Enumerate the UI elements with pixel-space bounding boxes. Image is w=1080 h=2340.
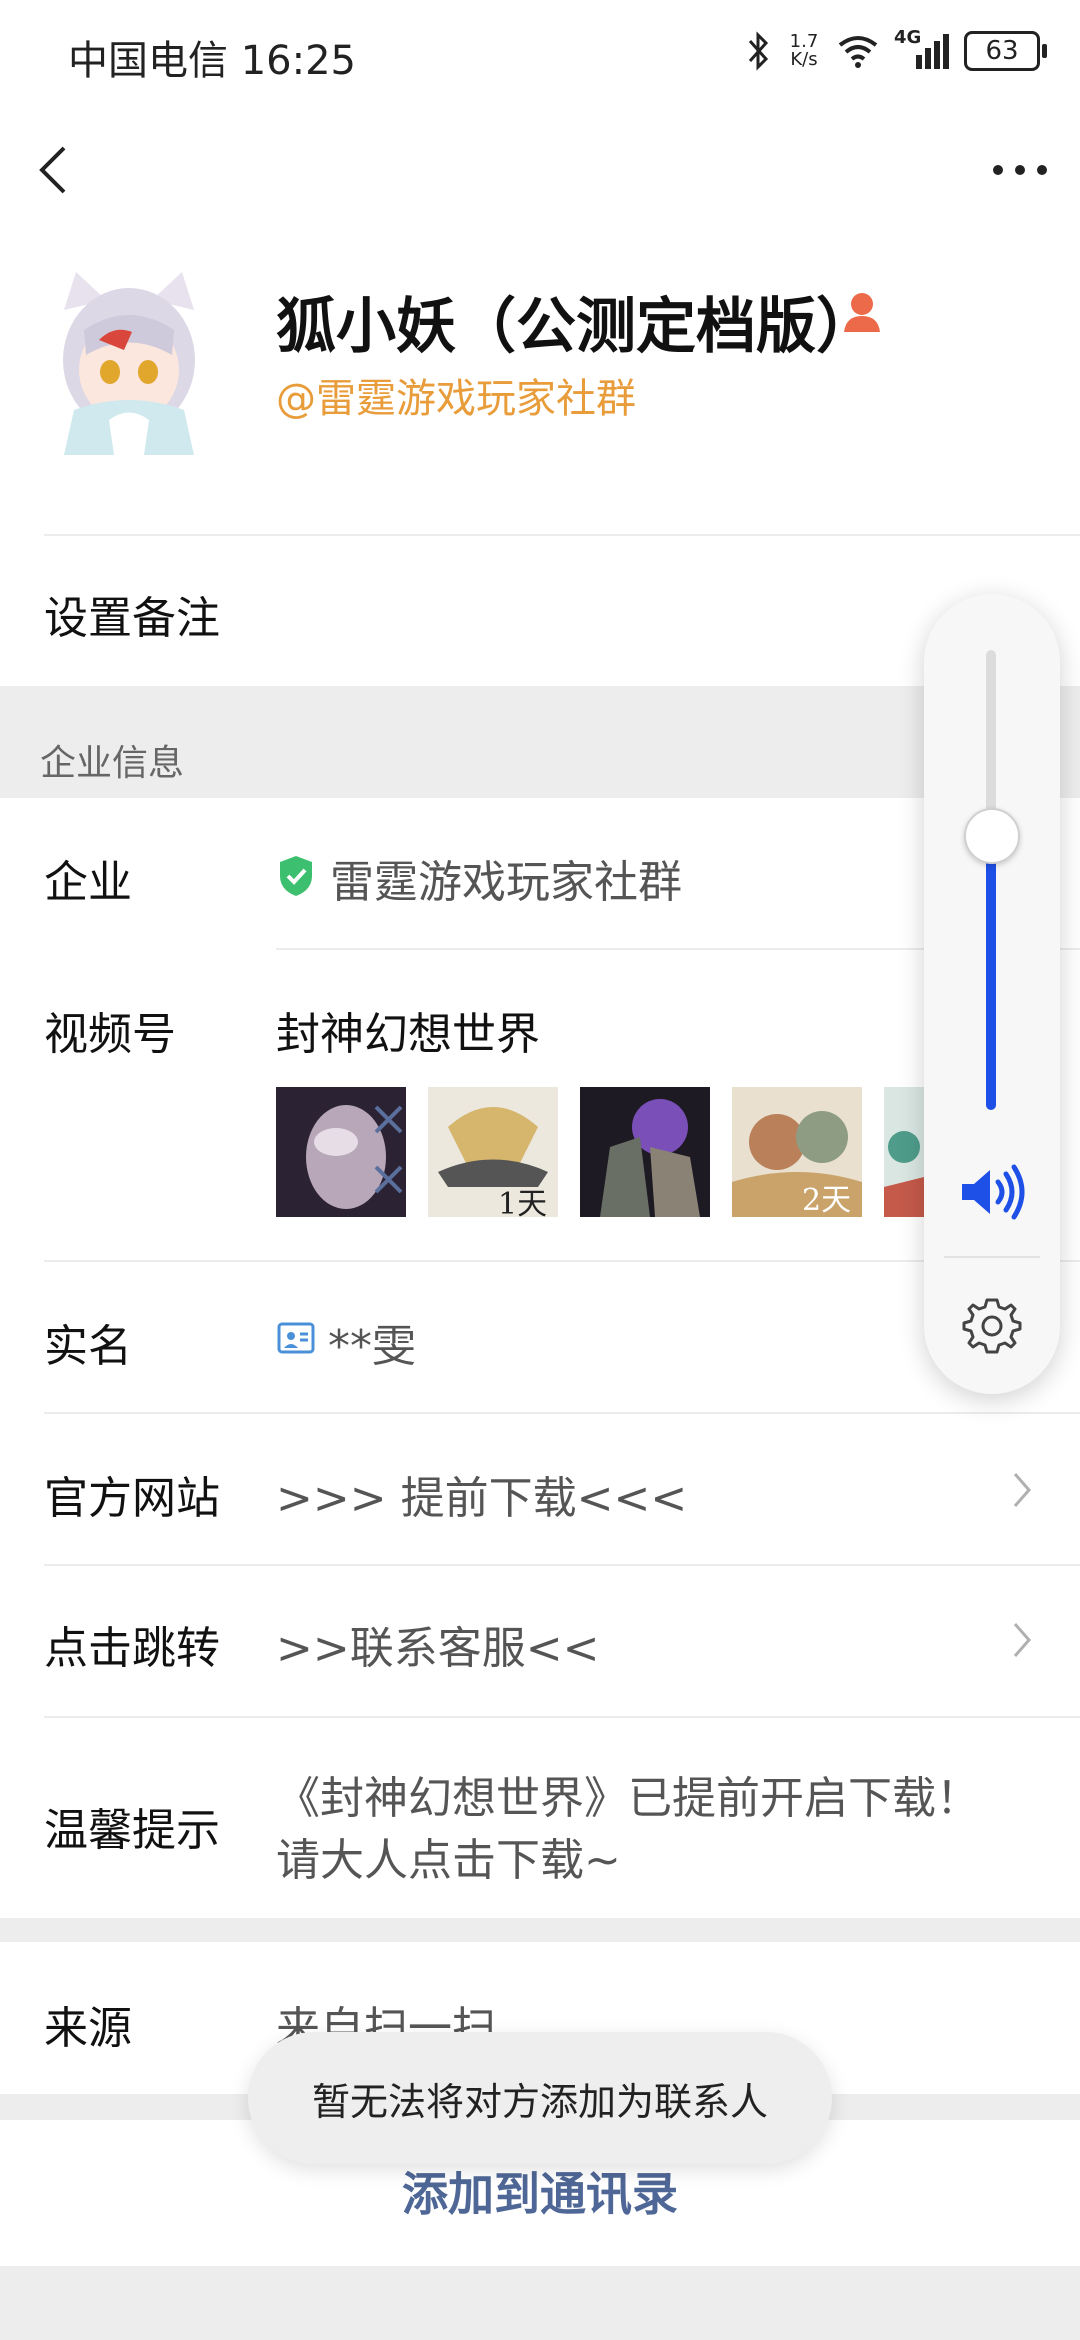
thumbnail-image: [884, 1087, 924, 1217]
status-icons: 1.7 K/s 4G 63: [746, 26, 1047, 76]
more-button[interactable]: [988, 150, 1052, 190]
wifi-icon: [838, 36, 878, 68]
click-jump-value: >>联系客服<<: [276, 1623, 600, 1674]
section-separator: [0, 1918, 1080, 1942]
tip-label: 温馨提示: [44, 1805, 220, 1856]
battery-indicator: 63: [964, 31, 1047, 71]
tip-row: 温馨提示 《封神幻想世界》已提前开启下载！ 请大人点击下载~: [0, 1718, 1080, 1918]
status-bar: 中国电信 16:25 1.7 K/s 4G 63: [0, 0, 1080, 100]
bottom-band: [0, 2266, 1080, 2340]
real-name-row: 实名 **雯: [0, 1262, 1080, 1412]
video-channel-value: 封神幻想世界: [276, 1009, 540, 1060]
official-website-row[interactable]: 官方网站 >>> 提前下载<<<: [0, 1414, 1080, 1564]
source-label: 来源: [44, 2003, 132, 2054]
back-button[interactable]: [30, 140, 80, 200]
avatar-image: [63, 272, 195, 455]
video-thumbnail[interactable]: [580, 1087, 710, 1217]
volume-fill: [986, 834, 996, 1110]
more-dots-icon: [993, 165, 1047, 175]
profile-org: @雷霆游戏玩家社群: [276, 376, 636, 422]
avatar[interactable]: [44, 270, 214, 455]
video-thumbnail[interactable]: [276, 1087, 406, 1217]
volume-panel: [924, 594, 1060, 1394]
network-speed: 1.7 K/s: [786, 33, 822, 69]
id-card-icon: [277, 1322, 315, 1354]
gear-icon[interactable]: [960, 1294, 1024, 1358]
chevron-left-icon: [39, 146, 66, 194]
video-thumbnail[interactable]: [884, 1087, 924, 1217]
company-value: 雷霆游戏玩家社群: [330, 857, 682, 908]
tip-line-2: 请大人点击下载~: [276, 1835, 621, 1886]
set-remark-label: 设置备注: [44, 593, 220, 644]
video-thumbnail[interactable]: 2天: [732, 1087, 862, 1217]
verified-shield-icon: [280, 856, 312, 896]
official-website-label: 官方网站: [44, 1473, 220, 1524]
company-label: 企业: [44, 857, 132, 908]
real-name-label: 实名: [44, 1321, 132, 1372]
person-icon: [842, 290, 882, 334]
click-jump-label: 点击跳转: [44, 1623, 220, 1674]
toast-message: 暂无法将对方添加为联系人: [248, 2032, 832, 2164]
tip-line-1: 《封神幻想世界》已提前开启下载！: [276, 1773, 980, 1824]
chevron-right-icon: [1013, 1623, 1031, 1657]
volume-slider[interactable]: [986, 650, 996, 1110]
official-website-value: >>> 提前下载<<<: [276, 1473, 688, 1524]
profile-name: 狐小妖（公测定档版）: [276, 292, 876, 362]
speed-unit: K/s: [790, 49, 818, 70]
speaker-icon[interactable]: [958, 1164, 1028, 1220]
set-remark-row[interactable]: 设置备注: [0, 536, 1080, 686]
countdown-label: 1天: [498, 1187, 548, 1217]
bluetooth-icon: [748, 31, 769, 71]
signal-icon: [916, 34, 949, 69]
click-jump-row[interactable]: 点击跳转 >>联系客服<<: [0, 1566, 1080, 1716]
enterprise-section-title: 企业信息: [40, 743, 185, 784]
carrier-time: 中国电信 16:25: [68, 38, 356, 84]
thumbnail-image: [276, 1087, 406, 1217]
thumbnail-image: [580, 1087, 710, 1217]
volume-thumb[interactable]: [964, 808, 1020, 864]
company-row[interactable]: 企业 雷霆游戏玩家社群: [0, 798, 1080, 948]
cell-signal: 4G: [894, 27, 950, 71]
add-to-contacts-button[interactable]: 添加到通讯录: [0, 2158, 1080, 2224]
chevron-right-icon: [1013, 1473, 1031, 1507]
panel-divider: [944, 1256, 1040, 1258]
countdown-label: 2天: [802, 1183, 852, 1217]
video-thumbnail[interactable]: 1天: [428, 1087, 558, 1217]
video-channel-label: 视频号: [44, 1009, 176, 1060]
real-name-value: **雯: [328, 1321, 416, 1372]
